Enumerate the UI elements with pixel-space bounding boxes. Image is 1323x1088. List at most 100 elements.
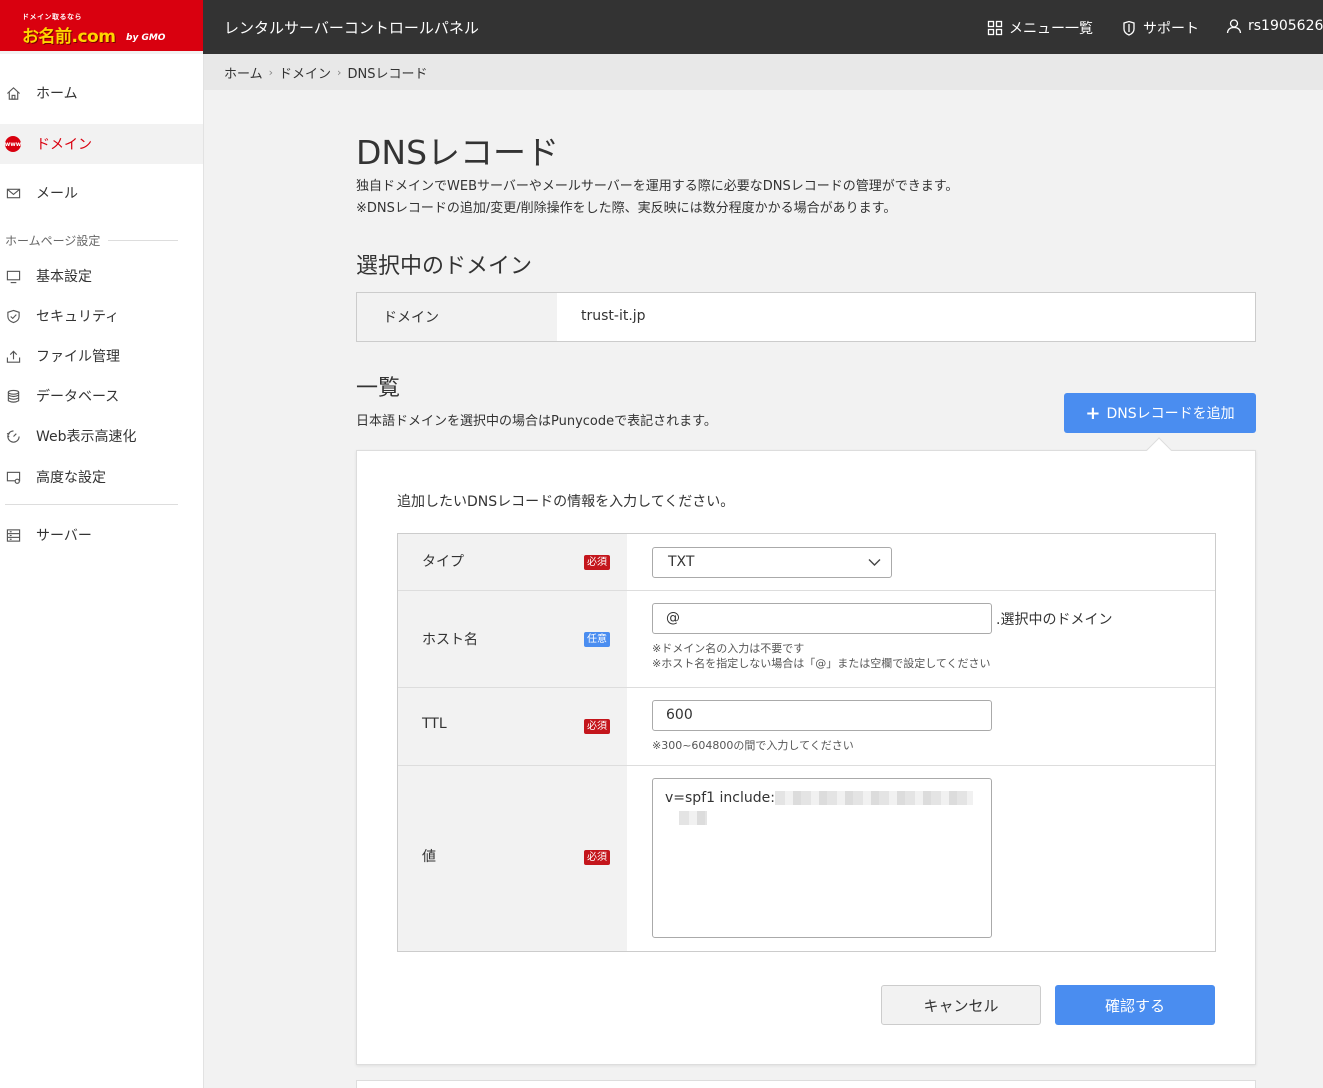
sidebar-item-label: データベース (36, 389, 120, 405)
ttl-label: TTL (422, 716, 447, 732)
www-icon: www (5, 136, 21, 152)
shield-icon (7, 309, 20, 323)
sidebar-item-label: サーバー (36, 528, 92, 544)
sidebar-item-web-speed[interactable]: Web表示高速化 (0, 416, 203, 456)
add-record-panel: 追加したいDNSレコードの情報を入力してください。 タイプ 必須 TXT ホスト… (356, 450, 1256, 1065)
home-icon (7, 86, 20, 100)
user-account-link[interactable]: rs1905626 (1226, 18, 1323, 34)
form-row-ttl: TTL 必須 600 ※300~604800の間で入力してください (398, 688, 1215, 766)
breadcrumb-domain[interactable]: ドメイン (279, 63, 331, 82)
grid-icon (987, 20, 1003, 36)
ttl-input-value: 600 (666, 707, 693, 723)
domain-value: trust-it.jp (581, 308, 646, 324)
record-form-table: タイプ 必須 TXT ホスト名 任意 @ .選択中のドメイン ※ドメイン名の入力… (397, 533, 1216, 952)
panel-intro-text: 追加したいDNSレコードの情報を入力してください。 (397, 494, 735, 510)
server-icon (6, 528, 21, 542)
host-domain-suffix: .選択中のドメイン (996, 612, 1113, 628)
host-label: ホスト名 (422, 632, 478, 648)
top-header: ドメイン取るなら お名前.com by GMO レンタルサーバーコントロールパネ… (0, 0, 1323, 54)
plus-icon: + (1085, 402, 1101, 424)
description-note: ※DNSレコードの追加/変更/削除操作をした際、実反映には数分程度かかる場合があ… (356, 201, 897, 216)
form-row-label-cell: TTL 必須 (398, 688, 627, 765)
sidebar-item-label: Web表示高速化 (36, 429, 137, 445)
host-hint-line: ※ホスト名を指定しない場合は「@」または空欄で設定してください (652, 657, 991, 670)
form-row-label-cell: 値 必須 (398, 766, 627, 951)
logo-wordmark: お名前.com (22, 27, 116, 47)
required-badge: 必須 (584, 719, 610, 734)
app-title: レンタルサーバーコントロールパネル (224, 19, 479, 37)
sidebar-item-label: ファイル管理 (36, 349, 120, 365)
sidebar-item-server[interactable]: サーバー (0, 515, 203, 555)
selected-domain-box: ドメイン trust-it.jp (356, 292, 1256, 342)
onamae-logo[interactable]: ドメイン取るなら お名前.com by GMO (0, 0, 203, 54)
host-input[interactable]: @ (652, 603, 992, 634)
record-list-box (356, 1080, 1256, 1088)
form-row-label-cell: ホスト名 任意 (398, 591, 627, 687)
redacted-value (774, 791, 973, 805)
chevron-right-icon: › (268, 65, 274, 79)
cancel-button[interactable]: キャンセル (881, 985, 1041, 1025)
menu-list-label: メニュー一覧 (1009, 21, 1093, 37)
page-description: 独自ドメインでWEBサーバーやメールサーバーを運用する際に必要なDNSレコードの… (356, 176, 958, 220)
sidebar-item-label: 高度な設定 (36, 470, 106, 486)
sidebar-item-mail[interactable]: メール (0, 173, 203, 213)
sidebar-item-home[interactable]: ホーム (0, 73, 203, 113)
add-dns-record-label: DNSレコードを追加 (1106, 406, 1235, 422)
selected-domain-heading: 選択中のドメイン (356, 254, 533, 279)
user-icon (1226, 19, 1242, 34)
type-selected-value: TXT (668, 554, 695, 570)
chevron-right-icon: › (337, 65, 342, 79)
required-badge: 必須 (584, 555, 610, 570)
monitor-icon (6, 270, 21, 283)
sidebar-item-label: セキュリティ (36, 309, 120, 325)
form-row-type: タイプ 必須 TXT (398, 534, 1215, 591)
cancel-label: キャンセル (923, 996, 999, 1015)
sidebar-item-advanced[interactable]: 高度な設定 (0, 457, 203, 497)
sidebar-item-file[interactable]: ファイル管理 (0, 336, 203, 376)
value-label: 値 (422, 849, 436, 865)
sidebar-section-homepage: ホームページ設定 (5, 232, 178, 249)
sidebar-item-database[interactable]: データベース (0, 376, 203, 416)
sidebar-item-label: メール (36, 186, 78, 202)
menu-list-link[interactable]: メニュー一覧 (987, 18, 1093, 38)
value-text: v=spf1 include: (665, 790, 775, 806)
chevron-down-icon (868, 559, 881, 566)
form-row-value: 値 必須 v=spf1 include: (398, 766, 1215, 951)
host-hint: ※ドメイン名の入力は不要です ※ホスト名を指定しない場合は「@」または空欄で設定… (652, 641, 991, 671)
mail-icon (6, 188, 21, 198)
add-dns-record-button[interactable]: + DNSレコードを追加 (1064, 393, 1256, 433)
settings-window-icon (6, 471, 21, 484)
breadcrumb-home[interactable]: ホーム (224, 63, 263, 82)
confirm-button[interactable]: 確認する (1055, 985, 1215, 1025)
ttl-input[interactable]: 600 (652, 700, 992, 731)
sidebar-item-domain[interactable]: www ドメイン (0, 124, 203, 164)
sidebar-divider (5, 504, 178, 505)
domain-key-label: ドメイン (357, 293, 557, 341)
required-badge: 必須 (584, 850, 610, 865)
type-select[interactable]: TXT (652, 547, 892, 578)
user-id-label: rs1905626 (1248, 18, 1323, 34)
speed-icon (6, 429, 20, 443)
page-title: DNSレコード (356, 133, 560, 172)
form-row-host: ホスト名 任意 @ .選択中のドメイン ※ドメイン名の入力は不要です ※ホスト名… (398, 591, 1215, 688)
form-row-label-cell: タイプ 必須 (398, 534, 627, 590)
database-icon (7, 389, 20, 403)
logo-gmo: by GMO (126, 33, 166, 43)
support-link[interactable]: サポート (1121, 18, 1199, 38)
punycode-note: 日本語ドメインを選択中の場合はPunycodeで表記されます。 (356, 414, 717, 429)
optional-badge: 任意 (584, 632, 610, 647)
support-label: サポート (1143, 21, 1199, 37)
breadcrumb-current: DNSレコード (347, 66, 428, 82)
ttl-hint: ※300~604800の間で入力してください (652, 739, 854, 752)
upload-icon (6, 350, 21, 363)
support-icon (1123, 20, 1135, 36)
sidebar-item-basic[interactable]: 基本設定 (0, 256, 203, 296)
sidebar-item-label: ホーム (36, 86, 78, 102)
value-textarea[interactable]: v=spf1 include: (652, 778, 992, 938)
host-hint-line: ※ドメイン名の入力は不要です (652, 642, 805, 655)
sidebar-item-label: ドメイン (36, 137, 92, 153)
list-heading: 一覧 (356, 376, 401, 401)
confirm-label: 確認する (1104, 996, 1165, 1015)
logo-tagline: ドメイン取るなら (22, 13, 82, 21)
sidebar-item-security[interactable]: セキュリティ (0, 296, 203, 336)
